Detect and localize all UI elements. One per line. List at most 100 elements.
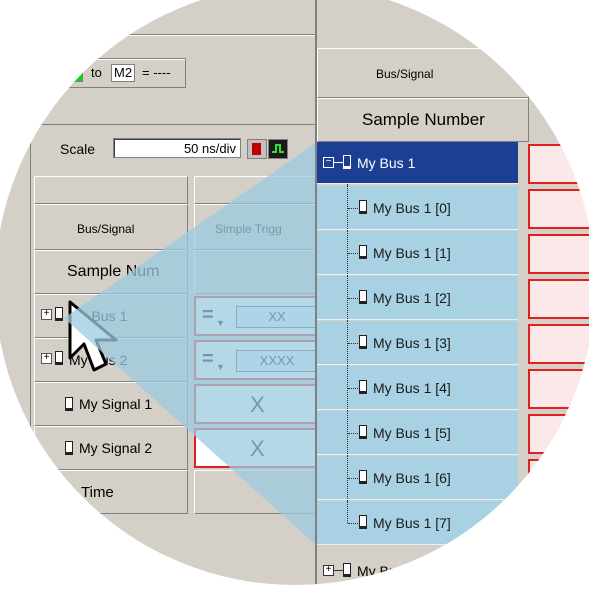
zoom-trigger-cell[interactable] [528,144,589,184]
tree-line [348,388,358,390]
zoom-bit-row[interactable]: My Bus 1 [5] [317,411,518,456]
time-row[interactable]: Time [34,470,188,514]
signal-2-trigger-cell[interactable]: X [194,428,320,468]
tree-line [333,162,343,163]
toolbar-grip-2 [21,4,26,32]
tree-line [333,570,343,571]
sample-number-label: Sample Num [67,263,160,280]
header-spacer-left [34,176,188,204]
tree-line [348,343,358,345]
expand-plus-icon[interactable]: + [41,309,52,320]
zoom-bus-2-label: My Bus 2 [357,563,416,579]
zoom-bit-label: My Bus 1 [3] [373,335,451,351]
bus-2-pattern-input[interactable]: XXXX [236,350,318,372]
time-label: Time [81,484,114,501]
zoom-bus-signal-header[interactable]: Bus/Signal [317,48,529,98]
green-run-icon[interactable] [268,139,288,159]
zoom-bit-label: My Bus 1 [5] [373,425,451,441]
zoom-trigger-cell[interactable] [528,459,589,499]
bus-2-trigger-cell[interactable]: = ▼ XXXX [194,340,320,380]
zoom-header-label: Bus/Signal [376,67,434,81]
zoom-trigger-cell[interactable] [528,414,589,454]
sample-number-row[interactable]: Sample Num [34,250,188,294]
tree-line [348,478,358,480]
mouse-pointer-icon [68,300,118,372]
equals-operator[interactable]: = [202,348,214,371]
zoom-bit-row[interactable]: My Bus 1 [7] [317,501,518,545]
zoom-bus-1-label: My Bus 1 [357,155,416,171]
toolbar-grip[interactable] [16,4,21,32]
zoom-trigger-cell[interactable] [528,369,589,409]
bus-signal-header[interactable]: Bus/Signal [34,204,188,250]
signal-icon [359,290,367,304]
bus-signal-header-label: Bus/Signal [77,222,135,236]
simple-trigger-header-label: Simple Trigg [215,222,282,236]
zoom-bit-label: My Bus 1 [1] [373,245,451,261]
markers-grip[interactable] [26,56,31,88]
bus-icon [55,351,63,365]
equals-operator[interactable]: = [202,304,214,327]
signal-icon [65,397,73,411]
scale-input[interactable]: 50 ns/div [113,138,241,158]
toolbar-divider-hl [0,35,320,36]
dropdown-arrow-icon[interactable]: ▼ [216,362,225,372]
magnifier-view: M1 to M2 = ---- Scale 50 ns/div Bus/Sign… [0,0,589,585]
tree-line [348,208,358,210]
dropdown-arrow-icon[interactable]: ▼ [216,318,225,328]
zoom-trigger-cell[interactable] [528,189,589,229]
m2-marker[interactable]: M2 [111,64,136,82]
signal-icon [359,245,367,259]
red-trigger-icon[interactable] [247,139,267,159]
tree-line [348,433,358,435]
bus-1-trigger-cell[interactable]: = ▼ XX [194,296,320,336]
marker-delta-value: = ---- [142,65,171,80]
zoom-bus-2-row[interactable]: + My Bus 2 [317,548,529,585]
zoom-bit-row[interactable]: My Bus 1 [0] [317,186,518,231]
zoom-trigger-cell[interactable] [528,234,589,274]
save-icon[interactable] [76,8,92,24]
signal-row-1-label: My Signal 1 [79,396,153,412]
signal-icon [359,380,367,394]
tree-line [348,523,358,525]
time-value [194,470,320,514]
zoom-trigger-cell[interactable] [528,324,589,364]
signal-icon [65,441,73,455]
signal-row-2[interactable]: My Signal 2 [34,426,188,470]
signal-1-trigger-cell[interactable]: X [194,384,320,424]
signal-icon [359,425,367,439]
zoom-bit-row[interactable]: My Bus 1 [3] [317,321,518,366]
zoom-bit-label: My Bus 1 [2] [373,290,451,306]
zoom-sample-number-row[interactable]: Sample Number [317,98,529,142]
markers-grip-2 [31,56,36,88]
waveform-window: M1 to M2 = ---- Scale 50 ns/div Bus/Sign… [0,0,321,585]
zoom-trigger-cell[interactable] [528,504,589,544]
header-spacer-right [194,176,320,204]
bus-icon [343,155,351,169]
signal-2-trigger-value: X [250,436,265,461]
signal-icon [359,470,367,484]
tree-line [348,253,358,255]
signal-icon [359,200,367,214]
marker-to-label: to [91,65,102,80]
sample-number-value [194,250,320,294]
m1-marker[interactable]: M1 [59,64,84,82]
zoom-bit-row[interactable]: My Bus 1 [4] [317,366,518,411]
zoom-trigger-cell[interactable] [528,279,589,319]
signal-row-2-label: My Signal 2 [79,440,153,456]
zoom-sample-number-label: Sample Number [362,110,485,129]
expand-plus-icon[interactable]: + [41,353,52,364]
signal-1-trigger-value: X [250,392,265,417]
marker-measurement-bar[interactable]: M1 to M2 = ---- [44,58,186,88]
zoom-bit-row[interactable]: My Bus 1 [2] [317,276,518,321]
simple-trigger-header[interactable]: Simple Trigg [194,204,320,250]
zoom-bit-label: My Bus 1 [7] [373,515,451,531]
zoom-bit-row[interactable]: My Bus 1 [6] [317,456,518,501]
zoom-bus-1-row[interactable]: − My Bus 1 [317,142,518,184]
bus-1-pattern-input[interactable]: XX [236,306,318,328]
open-folder-icon[interactable] [54,8,70,24]
new-file-icon[interactable] [32,8,48,24]
bus-icon [343,563,351,577]
tree-line [348,298,358,300]
zoom-bit-row[interactable]: My Bus 1 [1] [317,231,518,276]
signal-row-1[interactable]: My Signal 1 [34,382,188,426]
